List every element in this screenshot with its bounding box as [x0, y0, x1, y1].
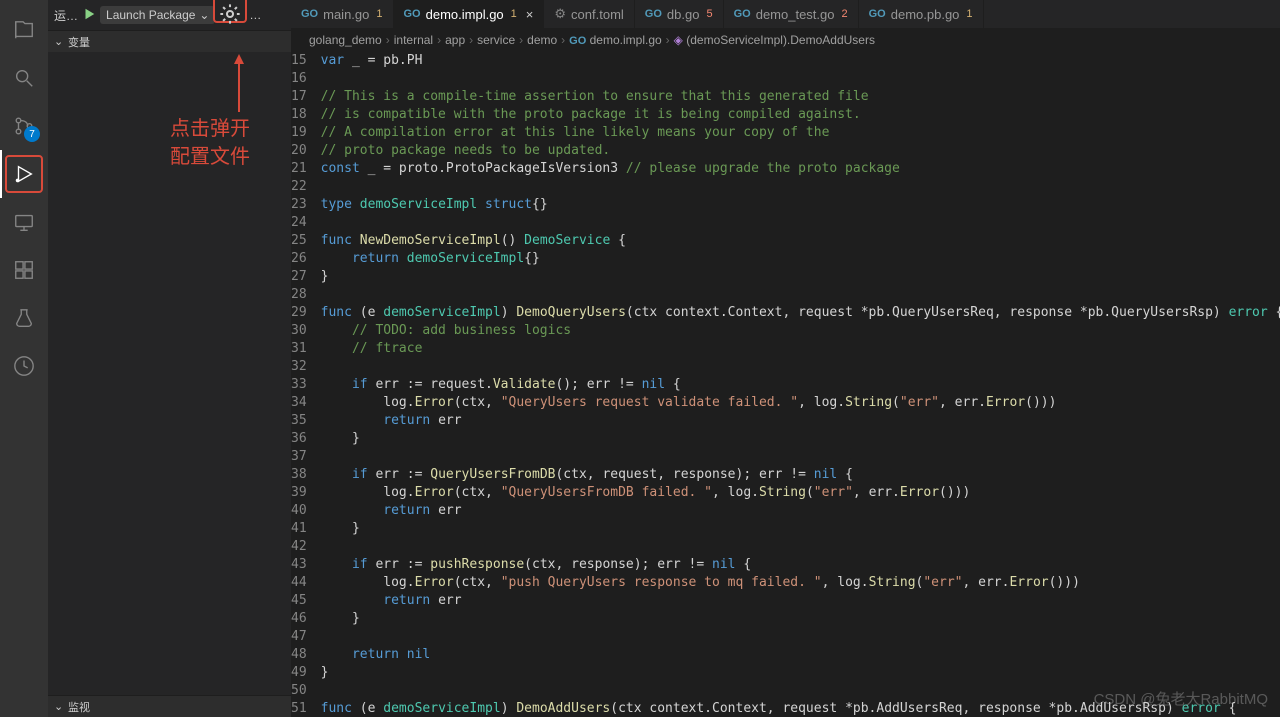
breadcrumb-item[interactable]: internal: [394, 33, 433, 47]
chevron-right-icon: ›: [469, 33, 473, 47]
modified-indicator: 1: [966, 8, 972, 20]
extensions-icon[interactable]: [0, 246, 48, 294]
chevron-down-icon: ⌄: [54, 700, 64, 713]
editor-area: GO main.go 1 GO demo.impl.go 1 × ⚙ conf.toml GO db…: [291, 0, 1280, 717]
tab-label: demo.impl.go: [426, 7, 504, 22]
annotation-line1: 点击弹开: [170, 115, 250, 143]
chevron-right-icon: ›: [386, 33, 390, 47]
modified-indicator: 1: [511, 8, 517, 20]
section-watch-label: 监视: [68, 699, 90, 715]
breadcrumb-item[interactable]: service: [477, 33, 515, 47]
more-actions-button[interactable]: …: [245, 6, 265, 24]
tab-label: conf.toml: [571, 7, 624, 22]
run-title: 运…: [54, 7, 78, 24]
error-count: 5: [706, 8, 712, 20]
go-file-icon: GO: [404, 8, 421, 20]
testing-icon[interactable]: [0, 294, 48, 342]
close-icon[interactable]: ×: [526, 7, 534, 22]
account-icon[interactable]: [0, 342, 48, 390]
error-count: 2: [842, 8, 848, 20]
tab-label: db.go: [667, 7, 700, 22]
launch-config-select[interactable]: Launch Package ⌄: [100, 6, 215, 24]
scm-icon[interactable]: 7: [0, 102, 48, 150]
chevron-down-icon: ⌄: [199, 8, 209, 22]
breadcrumb[interactable]: golang_demo › internal › app › service › demo › GO…: [291, 28, 1280, 52]
go-file-icon: GO: [569, 35, 586, 47]
tab-db-go[interactable]: GO db.go 5: [635, 0, 724, 28]
gear-icon: ⚙: [554, 6, 566, 22]
search-icon[interactable]: [0, 54, 48, 102]
breadcrumb-item[interactable]: app: [445, 33, 465, 47]
activity-bar: 7: [0, 0, 48, 717]
go-file-icon: GO: [869, 8, 886, 20]
tab-demo-impl-go[interactable]: GO demo.impl.go 1 ×: [394, 0, 545, 28]
badge: 7: [24, 126, 40, 142]
start-debug-button[interactable]: [82, 7, 96, 24]
section-watch-header[interactable]: ⌄ 监视: [48, 695, 291, 717]
launch-config-label: Launch Package: [106, 8, 195, 22]
section-variables-label: 变量: [68, 34, 90, 50]
chevron-down-icon: ⌄: [54, 35, 64, 48]
chevron-right-icon: ›: [666, 33, 670, 47]
tab-label: demo.pb.go: [891, 7, 960, 22]
go-file-icon: GO: [645, 8, 662, 20]
run-debug-icon[interactable]: [0, 150, 48, 198]
breadcrumb-item[interactable]: ◈ (demoServiceImpl).DemoAddUsers: [674, 33, 875, 47]
run-sidebar: 运… Launch Package ⌄ … ⌄ 变量 ⌄ 监视: [48, 0, 291, 717]
section-variables-header[interactable]: ⌄ 变量: [48, 30, 291, 52]
tab-label: main.go: [323, 7, 369, 22]
modified-indicator: 1: [376, 8, 382, 20]
chevron-right-icon: ›: [437, 33, 441, 47]
tab-demo_test-go[interactable]: GO demo_test.go 2: [724, 0, 859, 28]
tab-demo-pb-go[interactable]: GO demo.pb.go 1: [859, 0, 984, 28]
breadcrumb-item[interactable]: GO demo.impl.go: [569, 33, 662, 47]
go-file-icon: GO: [301, 8, 318, 20]
code-content[interactable]: var _ = pb.PH // This is a compile-time …: [321, 52, 1280, 717]
breadcrumb-item[interactable]: golang_demo: [309, 33, 382, 47]
run-toolbar: 运… Launch Package ⌄ …: [48, 0, 291, 30]
tab-label: demo_test.go: [756, 7, 835, 22]
chevron-right-icon: ›: [519, 33, 523, 47]
breadcrumb-item[interactable]: demo: [527, 33, 557, 47]
settings-gear-icon[interactable]: [219, 14, 241, 28]
annotation-text: 点击弹开 配置文件: [170, 115, 250, 171]
explorer-icon[interactable]: [0, 6, 48, 54]
annotation-arrow: [238, 62, 240, 112]
editor-tabs: GO main.go 1 GO demo.impl.go 1 × ⚙ conf.toml GO db…: [291, 0, 1280, 28]
annotation-line2: 配置文件: [170, 143, 250, 171]
go-file-icon: GO: [734, 8, 751, 20]
chevron-right-icon: ›: [561, 33, 565, 47]
tab-main-go[interactable]: GO main.go 1: [291, 0, 394, 28]
tab-conf-toml[interactable]: ⚙ conf.toml: [544, 0, 634, 28]
remote-icon[interactable]: [0, 198, 48, 246]
line-numbers: 1516171819202122232425262728293031323334…: [291, 52, 321, 717]
code-editor[interactable]: 1516171819202122232425262728293031323334…: [291, 52, 1280, 717]
method-icon: ◈: [674, 33, 683, 47]
